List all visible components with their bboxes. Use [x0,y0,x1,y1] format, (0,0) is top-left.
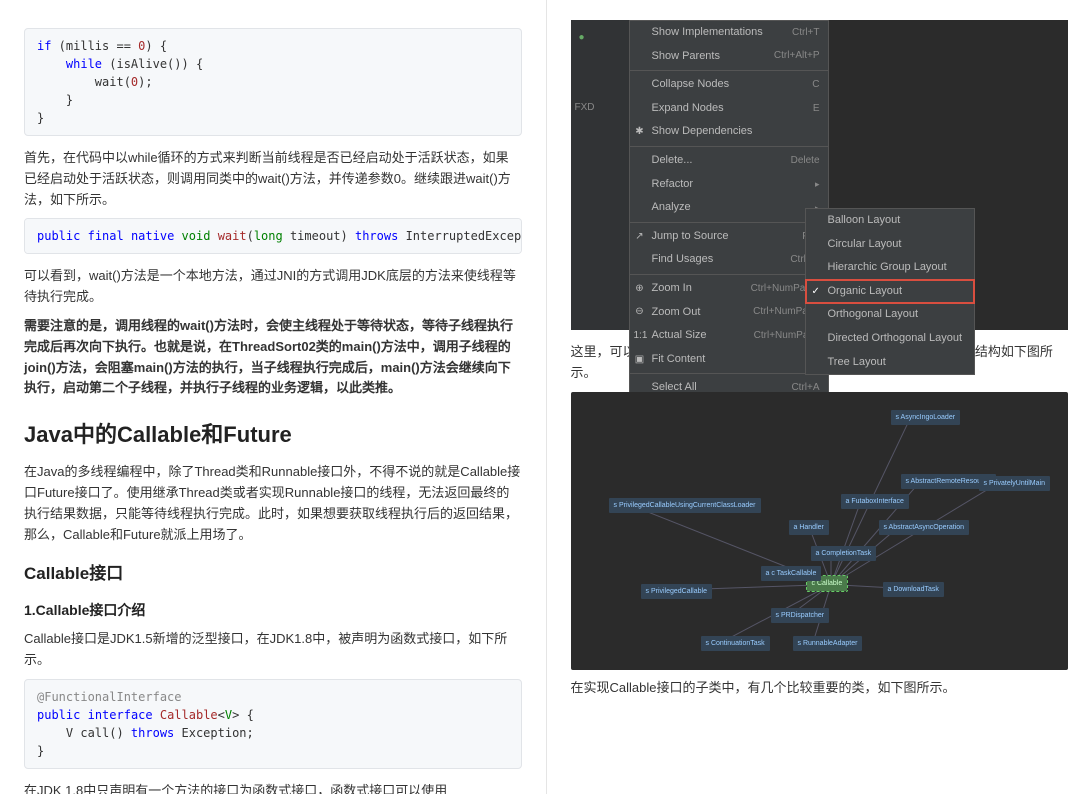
para: 在JDK 1.8中只声明有一个方法的接口为函数式接口，函数式接口可以使用@Fun… [24,781,522,794]
menu-item[interactable]: ▣Fit Content [630,348,828,372]
menu-item[interactable]: Expand NodesE [630,97,828,121]
submenu-item[interactable]: Balloon Layout [806,209,974,233]
submenu-item[interactable]: ✓Organic Layout [806,280,974,304]
toolbar-icon: ● [575,30,589,44]
para-bold: 需要注意的是，调用线程的wait()方法时，会使主线程处于等待状态，等待子线程执… [24,316,522,399]
menu-item[interactable]: ⊖Zoom OutCtrl+NumPad - [630,301,828,325]
diagram-node: s PrivatelyUntilMain [979,476,1050,491]
diagram-node: s AbstractAsyncOperation [879,520,970,535]
diagram-node: s PrivilegedCallableUsingCurrentClassLoa… [609,498,761,513]
menu-item[interactable]: Show ImplementationsCtrl+T [630,21,828,45]
diagram-node: a DownloadTask [883,582,944,597]
menu-item[interactable]: ↗Jump to SourceF12 [630,225,828,249]
para: 可以看到，wait()方法是一个本地方法，通过JNI的方式调用JDK底层的方法来… [24,266,522,308]
para: 首先，在代码中以while循环的方式来判断当前线程是否已经启动处于活跃状态，如果… [24,148,522,210]
menu-item[interactable]: Refactor▸ [630,173,828,197]
menu-icon: ⊖ [634,304,646,320]
code-block-wait: public final native void wait(long timeo… [24,218,522,254]
submenu-item[interactable]: Orthogonal Layout [806,303,974,327]
menu-item[interactable]: Show ParentsCtrl+Alt+P [630,45,828,69]
menu-item[interactable]: Collapse NodesC [630,73,828,97]
toolbar-icon: FXD [575,100,589,114]
menu-icon: ✱ [634,124,646,140]
heading-callable-intro: 1.Callable接口介绍 [24,599,522,621]
heading-callable-future: Java中的Callable和Future [24,417,522,452]
diagram-node: a c TaskCallable [761,566,822,581]
check-icon: ✓ [812,284,820,300]
menu-item[interactable]: Find UsagesCtrl+G [630,248,828,272]
menu-icon: ↗ [634,229,646,245]
code-block-callable: @FunctionalInterface public interface Ca… [24,679,522,769]
submenu-item[interactable]: Hierarchic Group Layout [806,256,974,280]
menu-icon: ▣ [634,352,646,368]
diagram-node: s PRDispatcher [771,608,830,623]
code-block-join: if (millis == 0) { while (isAlive()) { w… [24,28,522,136]
para: 在Java的多线程编程中，除了Thread类和Runnable接口外，不得不说的… [24,462,522,545]
menu-item[interactable]: Analyze▸ [630,196,828,220]
diagram-node: a FutaboxInterface [841,494,909,509]
submenu-item[interactable]: Directed Orthogonal Layout [806,327,974,351]
diagram-node: s ContinuationTask [701,636,770,651]
diagram-node: a CompletionTask [811,546,877,561]
context-menu-screenshot: ● FXD Show ImplementationsCtrl+TShow Par… [571,20,1069,330]
diagram-node: a Handler [789,520,829,535]
menu-item[interactable]: ⊕Zoom InCtrl+NumPad + [630,277,828,301]
menu-item[interactable]: ✱Show Dependencies [630,120,828,144]
heading-callable: Callable接口 [24,560,522,587]
diagram-node: s AsyncIngoLoader [891,410,961,425]
para: Callable接口是JDK1.5新增的泛型接口，在JDK1.8中，被声明为函数… [24,629,522,671]
menu-icon: ⊕ [634,281,646,297]
diagram-node: s PrivilegedCallable [641,584,712,599]
menu-icon: 1:1 [634,328,646,344]
submenu-item[interactable]: Circular Layout [806,233,974,257]
layout-submenu[interactable]: Balloon LayoutCircular LayoutHierarchic … [805,208,975,375]
submenu-item[interactable]: Tree Layout [806,351,974,375]
menu-item[interactable]: Delete...Delete [630,149,828,173]
diagram-node: s RunnableAdapter [793,636,863,651]
para: 在实现Callable接口的子类中，有几个比较重要的类，如下图所示。 [571,678,1069,699]
menu-item[interactable]: 1:1Actual SizeCtrl+NumPad / [630,324,828,348]
diagram-organic: c Callable s AsyncIngoLoaders AbstractRe… [571,392,1069,670]
